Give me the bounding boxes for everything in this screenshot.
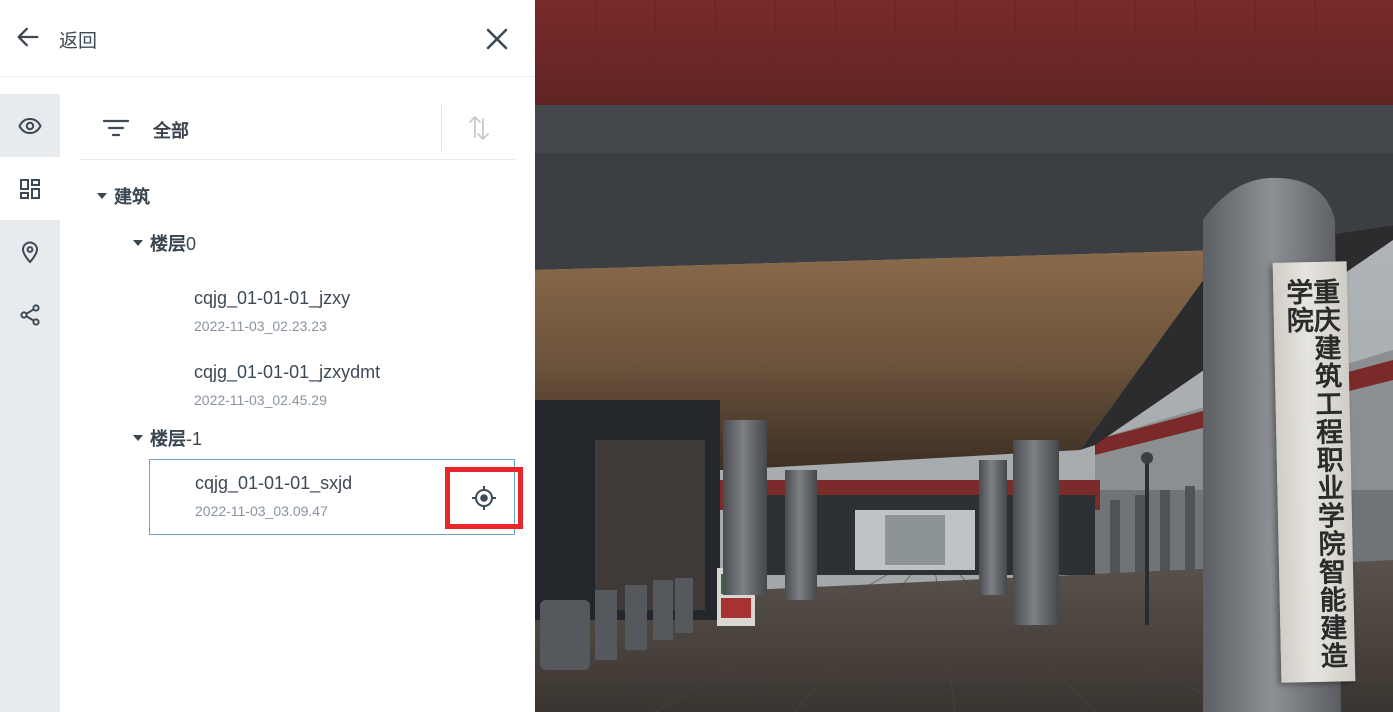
filter-label: 全部 bbox=[153, 121, 189, 141]
map-pin-icon bbox=[21, 241, 39, 263]
toolbar-divider bbox=[441, 105, 442, 151]
rail-item-share[interactable] bbox=[0, 283, 60, 346]
item-name: cqjg_01-01-01_jzxy bbox=[194, 288, 351, 308]
list-toolbar: 全部 bbox=[80, 98, 515, 160]
arrow-left-icon bbox=[14, 23, 42, 56]
filter-button[interactable] bbox=[102, 116, 130, 140]
side-rail bbox=[0, 94, 60, 712]
locate-button[interactable] bbox=[445, 467, 523, 529]
sort-button[interactable] bbox=[466, 113, 492, 143]
rail-item-location[interactable] bbox=[0, 220, 60, 283]
list-item[interactable]: cqjg_01-01-01_jzxy 2022-11-03_02.23.23 bbox=[149, 270, 515, 344]
layers-grid-icon bbox=[20, 178, 40, 199]
item-timestamp: 2022-11-03_03.09.47 bbox=[195, 503, 328, 519]
crosshair-target-icon bbox=[472, 486, 496, 510]
tree-node-building[interactable]: 建筑 bbox=[97, 183, 150, 209]
panorama-viewer[interactable]: 重庆建筑工程职业学院智能建造学院 bbox=[535, 0, 1393, 712]
institution-name-sign: 重庆建筑工程职业学院智能建造学院 bbox=[1272, 261, 1356, 683]
caret-down-icon bbox=[97, 193, 107, 199]
close-button[interactable] bbox=[482, 24, 512, 54]
panorama-photo bbox=[535, 0, 1393, 712]
back-label: 返回 bbox=[59, 30, 98, 52]
caret-down-icon bbox=[133, 435, 143, 441]
caret-down-icon bbox=[133, 240, 143, 246]
item-name: cqjg_01-01-01_jzxydmt bbox=[194, 362, 381, 382]
tree-node-floor-0[interactable]: 楼层0 bbox=[133, 230, 196, 256]
tree-node-label: 建筑 bbox=[114, 187, 150, 207]
sign-text: 重庆建筑工程职业学院智能建造学院 bbox=[1280, 277, 1348, 670]
filter-icon bbox=[102, 119, 130, 137]
close-icon bbox=[486, 28, 508, 50]
eye-icon bbox=[18, 117, 42, 134]
tree-node-label: 楼层-1 bbox=[150, 429, 203, 449]
rail-item-visibility[interactable] bbox=[0, 94, 60, 157]
list-item[interactable]: cqjg_01-01-01_jzxydmt 2022-11-03_02.45.2… bbox=[149, 344, 515, 418]
item-name: cqjg_01-01-01_sxjd bbox=[195, 473, 353, 493]
item-timestamp: 2022-11-03_02.45.29 bbox=[194, 392, 327, 408]
panel-header: 返回 bbox=[0, 0, 535, 77]
rail-item-layers[interactable] bbox=[0, 157, 60, 220]
tree-node-label: 楼层0 bbox=[150, 234, 197, 254]
back-button[interactable]: 返回 bbox=[14, 22, 97, 56]
sort-arrows-icon bbox=[469, 116, 489, 140]
scene-list-panel: 返回 全部 建筑 楼层0 cqjg_01-01-01_jzxy 2022-11-… bbox=[0, 0, 535, 712]
item-timestamp: 2022-11-03_02.23.23 bbox=[194, 318, 327, 334]
share-icon bbox=[20, 303, 40, 326]
tree-node-floor-minus1[interactable]: 楼层-1 bbox=[133, 425, 202, 451]
